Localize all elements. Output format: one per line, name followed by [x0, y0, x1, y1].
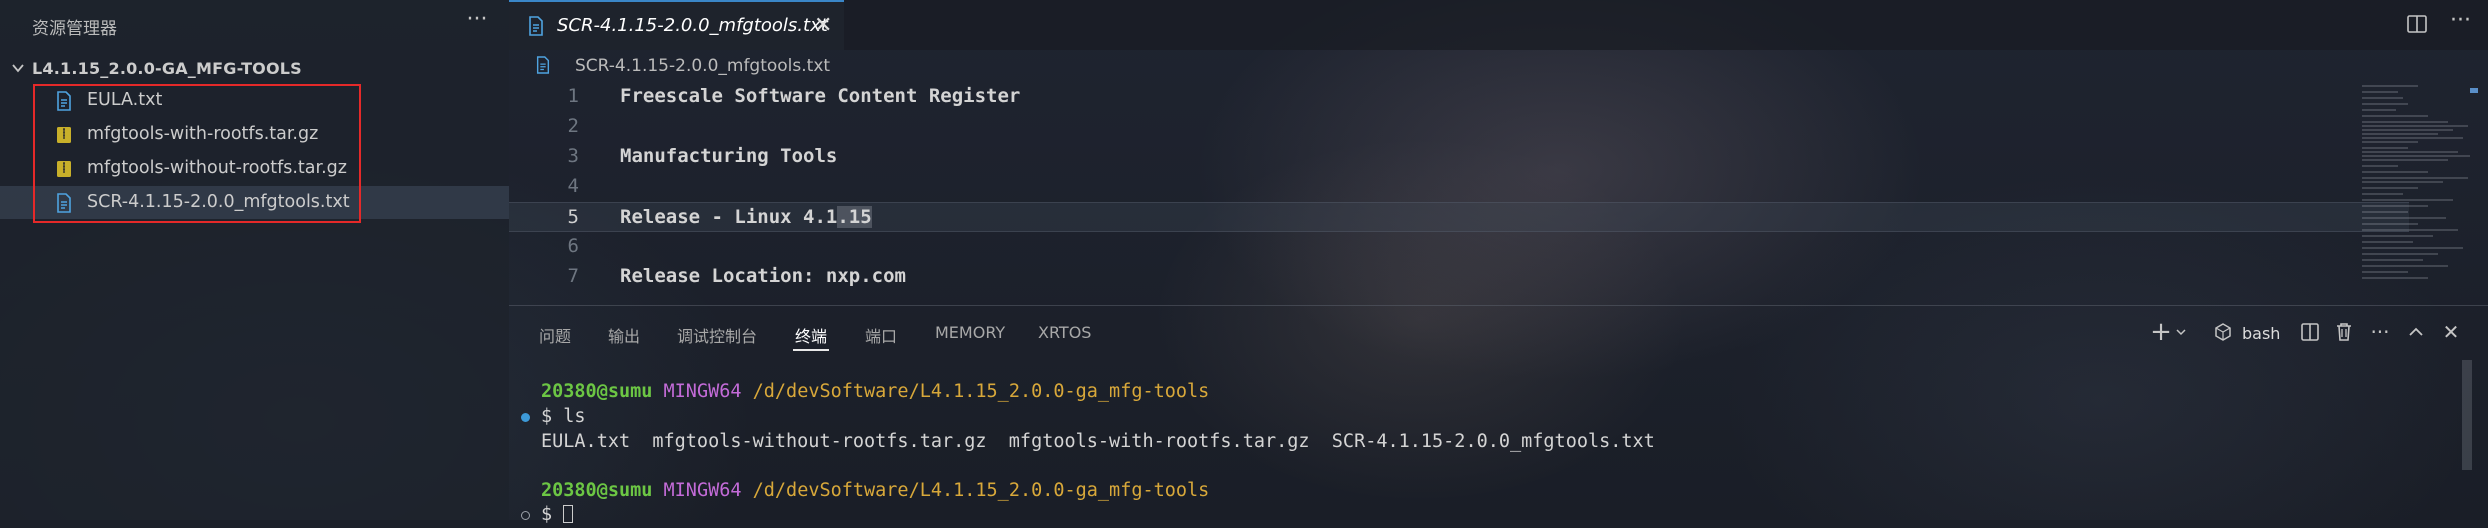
- terminal-scrollbar[interactable]: [2462, 360, 2472, 470]
- editor-area: SCR-4.1.15-2.0.0_mfgtools.txt ✕ ··· SCR-…: [509, 0, 2488, 305]
- line-text: Freescale Software Content Register: [620, 85, 1021, 107]
- command-status-dot[interactable]: [521, 511, 530, 520]
- close-icon[interactable]: ✕: [814, 13, 832, 38]
- tab-xrtos[interactable]: XRTOS: [1038, 323, 1091, 342]
- prompt-symbol: $: [541, 504, 553, 525]
- tab-ports[interactable]: 端口: [865, 323, 897, 347]
- line-number: 3: [567, 145, 579, 167]
- line-number: 5: [567, 206, 579, 228]
- ellipsis-icon[interactable]: ···: [2450, 8, 2471, 33]
- terminal-prompt-line: 20380@sumu MINGW64 /d/devSoftware/L4.1.1…: [541, 381, 1209, 405]
- file-item-scr[interactable]: SCR-4.1.15-2.0.0_mfgtools.txt: [0, 186, 509, 219]
- terminal-cursor: [563, 505, 574, 523]
- file-label: EULA.txt: [87, 90, 163, 110]
- line-number: 4: [567, 175, 579, 197]
- tab-memory[interactable]: MEMORY: [935, 323, 1005, 342]
- file-item-eula[interactable]: EULA.txt: [0, 84, 509, 117]
- txt-file-icon: [57, 91, 71, 111]
- editor-tab[interactable]: SCR-4.1.15-2.0.0_mfgtools.txt ✕: [509, 0, 844, 50]
- line-number: 6: [567, 235, 579, 257]
- terminal-output[interactable]: 20380@sumu MINGW64 /d/devSoftware/L4.1.1…: [509, 371, 2488, 525]
- breadcrumb-label: SCR-4.1.15-2.0.0_mfgtools.txt: [575, 56, 831, 76]
- file-label: mfgtools-without-rootfs.tar.gz: [87, 158, 347, 178]
- editor-tabbar: SCR-4.1.15-2.0.0_mfgtools.txt ✕ ···: [509, 0, 2488, 50]
- code-line: 7 Release Location: nxp.com: [509, 262, 2409, 292]
- command-status-dot[interactable]: [521, 413, 530, 422]
- explorer-sidebar: 资源管理器 ··· L4.1.15_2.0.0-GA_MFG-TOOLS EUL…: [0, 0, 509, 520]
- chevron-up-icon[interactable]: [2404, 320, 2428, 344]
- ellipsis-icon[interactable]: ···: [462, 8, 492, 38]
- tab-problems[interactable]: 问题: [539, 323, 571, 347]
- chevron-down-icon[interactable]: [2175, 326, 2187, 338]
- shell-label[interactable]: bash: [2242, 324, 2280, 343]
- line-number: 1: [567, 85, 579, 107]
- close-icon[interactable]: ✕: [2439, 320, 2463, 344]
- txt-file-icon: [57, 193, 71, 213]
- tab-debug-console[interactable]: 调试控制台: [677, 323, 757, 347]
- split-editor-icon[interactable]: [2405, 12, 2429, 36]
- file-item-without-rootfs[interactable]: mfgtools-without-rootfs.tar.gz: [0, 152, 509, 185]
- txt-file-icon: [536, 56, 550, 74]
- folder-label: L4.1.15_2.0.0-GA_MFG-TOOLS: [32, 59, 302, 78]
- prompt-user: 20380@sumu: [541, 381, 653, 402]
- plus-icon[interactable]: +: [2149, 319, 2173, 345]
- prompt-host: MINGW64: [663, 480, 742, 501]
- line-text-part: Release - Linux 4.1: [620, 206, 838, 228]
- code-line: 1 Freescale Software Content Register: [509, 82, 2409, 112]
- code-line: 6: [509, 232, 2409, 262]
- selected-text: .15: [837, 206, 872, 228]
- line-text: Manufacturing Tools: [620, 145, 838, 167]
- file-label: mfgtools-with-rootfs.tar.gz: [87, 124, 319, 144]
- file-item-with-rootfs[interactable]: mfgtools-with-rootfs.tar.gz: [0, 118, 509, 151]
- line-text: Release Location: nxp.com: [620, 265, 906, 287]
- archive-file-icon: [57, 161, 71, 177]
- code-editor[interactable]: 1 Freescale Software Content Register 2 …: [509, 82, 2409, 304]
- line-text: Release - Linux 4.1.15: [620, 206, 872, 228]
- txt-file-icon: [529, 16, 543, 36]
- prompt-host: MINGW64: [663, 381, 742, 402]
- code-line-current: 5 Release - Linux 4.1.15: [509, 202, 2409, 232]
- prompt-path: /d/devSoftware/L4.1.15_2.0.0-ga_mfg-tool…: [752, 381, 1210, 402]
- active-tab-indicator: [793, 349, 829, 351]
- minimap[interactable]: [2358, 82, 2478, 304]
- line-number: 2: [567, 115, 579, 137]
- explorer-title: 资源管理器: [32, 19, 117, 39]
- code-line: 4: [509, 172, 2409, 202]
- terminal-ls-output: EULA.txt mfgtools-without-rootfs.tar.gz …: [541, 431, 1655, 452]
- prompt-path: /d/devSoftware/L4.1.15_2.0.0-ga_mfg-tool…: [752, 480, 1210, 501]
- chevron-down-icon: [12, 64, 24, 73]
- trash-icon[interactable]: [2332, 320, 2356, 344]
- terminal-bash-icon: [2215, 323, 2231, 341]
- tab-output[interactable]: 输出: [608, 323, 640, 347]
- bottom-panel: 问题 输出 调试控制台 终端 端口 MEMORY XRTOS + bash ··…: [509, 305, 2488, 525]
- file-label: SCR-4.1.15-2.0.0_mfgtools.txt: [87, 192, 350, 212]
- prompt-user: 20380@sumu: [541, 480, 653, 501]
- tab-label: SCR-4.1.15-2.0.0_mfgtools.txt: [557, 15, 828, 36]
- folder-row[interactable]: L4.1.15_2.0.0-GA_MFG-TOOLS: [0, 56, 509, 82]
- tab-terminal[interactable]: 终端: [795, 323, 827, 347]
- archive-file-icon: [57, 127, 71, 143]
- line-number: 7: [567, 265, 579, 287]
- code-line: 3 Manufacturing Tools: [509, 142, 2409, 172]
- terminal-input-line[interactable]: $: [541, 504, 574, 528]
- terminal-prompt-line: 20380@sumu MINGW64 /d/devSoftware/L4.1.1…: [541, 480, 1209, 504]
- split-terminal-icon[interactable]: [2298, 320, 2322, 344]
- ellipsis-icon[interactable]: ···: [2368, 320, 2392, 344]
- code-line: 2: [509, 112, 2409, 142]
- terminal-command: $ ls: [541, 406, 586, 427]
